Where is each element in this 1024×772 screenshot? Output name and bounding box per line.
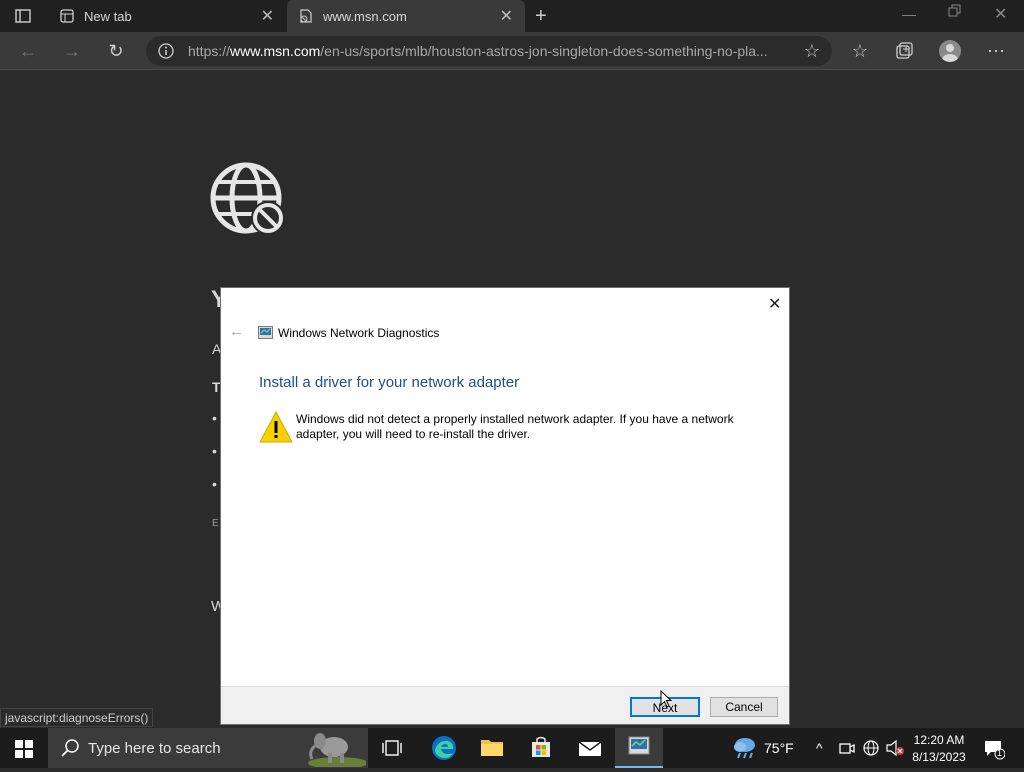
tab-title: www.msn.com	[323, 9, 407, 24]
refresh-icon[interactable]: ↻	[105, 40, 127, 62]
dialog-close-icon[interactable]: ✕	[768, 294, 781, 314]
warning-icon	[259, 410, 293, 444]
close-window-icon[interactable]: ✕	[994, 4, 1007, 24]
network-diagnostics-dialog: ✕ ← Windows Network Diagnostics Install …	[220, 287, 790, 725]
minimize-icon[interactable]: —	[902, 6, 916, 22]
clock-time: 12:20 AM	[913, 733, 965, 747]
taskbar-network-diagnostics[interactable]	[615, 728, 663, 768]
dialog-footer: Next Cancel	[221, 686, 789, 724]
notification-count-badge: 1	[997, 748, 1003, 758]
page-bullet: •	[212, 476, 217, 492]
globe-blocked-icon	[210, 162, 286, 238]
windows-start-icon[interactable]	[15, 740, 33, 758]
url-text[interactable]: https://www.msn.com/en-us/sports/mlb/hou…	[188, 43, 788, 59]
page-error-code-fragment: E	[212, 518, 219, 529]
weather-temperature[interactable]: 75°F	[764, 740, 794, 756]
edge-app-icon[interactable]	[430, 734, 458, 762]
restore-icon[interactable]	[948, 4, 962, 18]
task-view-icon[interactable]	[382, 738, 402, 758]
chevron-up-icon[interactable]: ^	[816, 740, 823, 756]
mouse-cursor-icon	[660, 689, 673, 708]
tab-msn[interactable]: www.msn.com ✕	[287, 0, 525, 32]
dialog-heading: Install a driver for your network adapte…	[259, 374, 520, 391]
newtab-page-icon	[60, 9, 74, 23]
close-tab-icon[interactable]: ✕	[500, 6, 513, 26]
add-favorite-icon[interactable]: ☆	[801, 40, 823, 62]
page-bullet: •	[212, 443, 217, 459]
meet-now-icon[interactable]	[839, 740, 855, 756]
link-status-bar: javascript:diagnoseErrors()	[0, 708, 154, 727]
dialog-back-icon[interactable]: ←	[229, 323, 244, 340]
network-globe-icon[interactable]	[862, 739, 880, 757]
tab-new-tab[interactable]: New tab ✕	[48, 0, 286, 32]
search-icon	[60, 738, 80, 758]
forward-icon[interactable]: →	[61, 40, 83, 62]
weather-rain-icon[interactable]	[732, 736, 758, 760]
dialog-window-title: Windows Network Diagnostics	[278, 326, 440, 340]
search-placeholder: Type here to search	[88, 740, 221, 757]
clock[interactable]: 12:20 AM 8/13/2023	[910, 732, 968, 766]
clock-date: 8/13/2023	[912, 750, 966, 764]
close-tab-icon[interactable]: ✕	[261, 6, 274, 26]
search-highlight-elephant-icon[interactable]	[298, 729, 368, 769]
more-menu-icon[interactable]: ⋯	[985, 40, 1007, 62]
favorites-icon[interactable]: ☆	[849, 40, 871, 62]
page-bullet: •	[212, 410, 217, 426]
dialog-message: Windows did not detect a properly instal…	[296, 412, 734, 441]
collections-icon[interactable]	[894, 41, 914, 61]
file-explorer-icon[interactable]	[480, 736, 504, 758]
site-info-icon[interactable]	[157, 42, 175, 60]
network-diagnostics-app-icon	[258, 325, 273, 340]
microsoft-store-icon[interactable]	[529, 735, 553, 759]
volume-muted-icon[interactable]	[885, 739, 905, 757]
back-icon[interactable]: ←	[17, 40, 39, 62]
profile-avatar[interactable]	[939, 40, 961, 62]
cancel-button[interactable]: Cancel	[710, 697, 778, 717]
tab-actions-icon[interactable]	[14, 7, 32, 25]
new-tab-plus-icon[interactable]: +	[535, 5, 547, 28]
broken-page-icon	[299, 9, 313, 23]
mail-icon[interactable]	[578, 738, 602, 758]
tab-title: New tab	[84, 9, 132, 24]
